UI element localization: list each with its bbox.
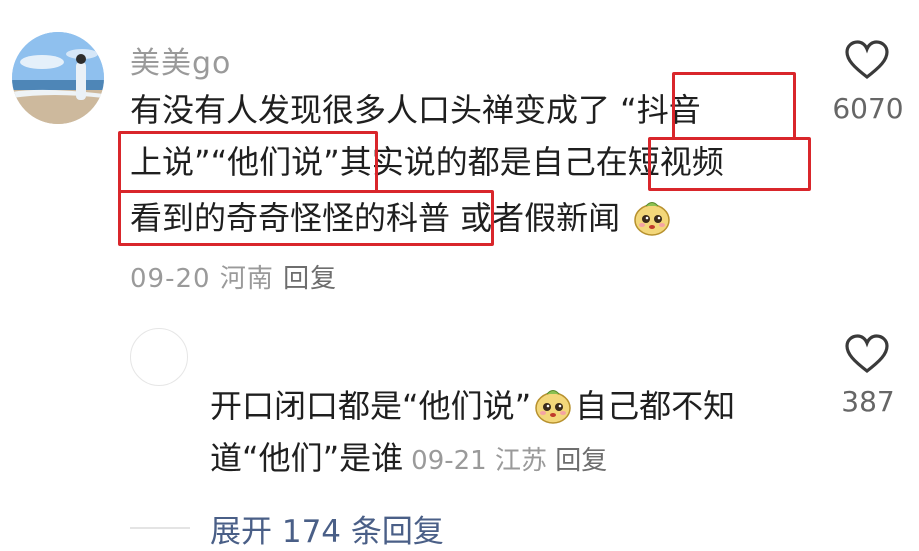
- dog-emoji-icon: [535, 390, 571, 424]
- reply-avatar[interactable]: [130, 328, 188, 386]
- reply-reply-button[interactable]: 回复: [555, 446, 607, 476]
- reply-text-part-a: 开口闭口都是“他们说”: [210, 387, 532, 425]
- highlight-box: [118, 131, 378, 193]
- comment-date: 09-20: [130, 264, 211, 294]
- comment-location: 河南: [219, 264, 274, 294]
- reply-date: 09-21: [411, 446, 487, 476]
- reply-text-line-2: 道“他们”是谁 09-21 江苏 回复: [210, 436, 607, 483]
- reply-text-line-2-text: 道“他们”是谁: [210, 439, 404, 477]
- comment-username[interactable]: 美美go: [130, 38, 231, 82]
- heart-icon[interactable]: [844, 40, 890, 80]
- like-count: 6070: [832, 92, 904, 125]
- dog-emoji-icon: [634, 202, 671, 236]
- divider: [130, 527, 190, 529]
- reply-text-line-1: 开口闭口都是“他们说” 自己都不知: [210, 384, 735, 428]
- reply-location: 江苏: [495, 446, 548, 476]
- reply-like-count: 387: [841, 385, 895, 418]
- highlight-box: [648, 137, 811, 191]
- heart-icon[interactable]: [844, 334, 890, 374]
- expand-replies-button[interactable]: 展开 174 条回复: [210, 506, 444, 551]
- comment-text-line-1: 有没有人发现很多人口头禅变成了 “抖音: [130, 91, 701, 129]
- reply-meta: 09-21 江苏 回复: [411, 446, 607, 476]
- reply-text-part-b: 自己都不知: [575, 387, 736, 425]
- highlight-box: [672, 72, 796, 140]
- highlight-box: [118, 190, 494, 246]
- avatar-photo: [12, 32, 104, 124]
- avatar[interactable]: [12, 32, 104, 124]
- reply-button[interactable]: 回复: [283, 264, 337, 294]
- comment-meta: 09-20 河南 回复: [130, 258, 337, 295]
